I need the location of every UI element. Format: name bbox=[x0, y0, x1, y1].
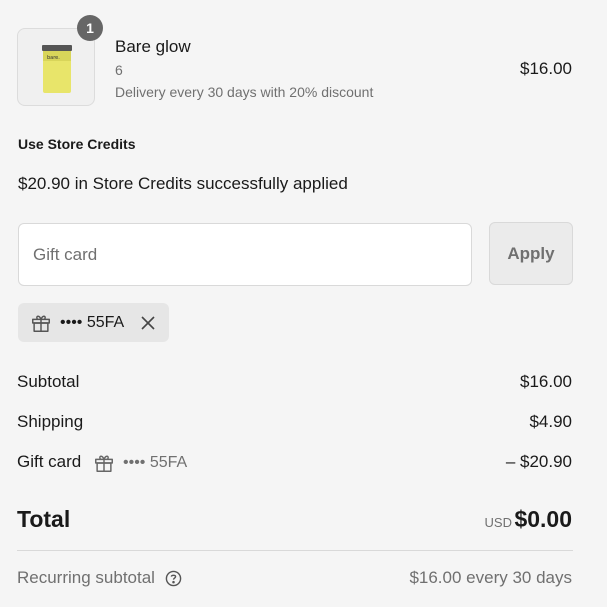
store-credits-heading: Use Store Credits bbox=[18, 136, 136, 152]
shipping-value: $4.90 bbox=[529, 412, 572, 431]
gift-icon bbox=[30, 312, 52, 334]
subtotal-value: $16.00 bbox=[520, 372, 572, 391]
product-image: bare. bbox=[42, 45, 72, 93]
recurring-subtotal-row: Recurring subtotal bbox=[17, 568, 182, 588]
product-title: Bare glow bbox=[115, 37, 191, 56]
shipping-label: Shipping bbox=[17, 412, 84, 431]
subtotal-label: Subtotal bbox=[17, 372, 80, 391]
recurring-subtotal-label: Recurring subtotal bbox=[17, 568, 155, 587]
store-credits-message: $20.90 in Store Credits successfully app… bbox=[18, 174, 348, 193]
apply-button[interactable]: Apply bbox=[489, 222, 573, 285]
gift-card-code: •••• 55FA bbox=[123, 454, 188, 471]
gift-card-meta: •••• 55FA bbox=[93, 452, 187, 474]
help-circle-icon[interactable] bbox=[165, 570, 182, 587]
divider bbox=[17, 550, 573, 551]
currency-code: USD bbox=[484, 515, 512, 530]
product-thumbnail: bare. bbox=[17, 28, 95, 106]
gift-card-value: – $20.90 bbox=[505, 452, 572, 471]
total-label: Total bbox=[17, 506, 71, 532]
product-image-brand: bare. bbox=[47, 55, 60, 61]
gift-card-input[interactable] bbox=[18, 223, 472, 286]
applied-gift-card-code: •••• 55FA bbox=[60, 313, 125, 331]
applied-gift-card-chip: •••• 55FA bbox=[18, 303, 169, 342]
product-variant: 6 bbox=[115, 62, 123, 78]
product-price: $16.00 bbox=[520, 59, 572, 78]
quantity-badge: 1 bbox=[77, 15, 103, 41]
product-plan: Delivery every 30 days with 20% discount bbox=[115, 84, 374, 100]
gift-card-label: Gift card bbox=[17, 452, 82, 471]
gift-icon bbox=[93, 452, 115, 474]
recurring-subtotal-value: $16.00 every 30 days bbox=[409, 568, 572, 587]
total-value: $0.00 bbox=[514, 506, 572, 532]
close-icon[interactable] bbox=[140, 315, 156, 331]
